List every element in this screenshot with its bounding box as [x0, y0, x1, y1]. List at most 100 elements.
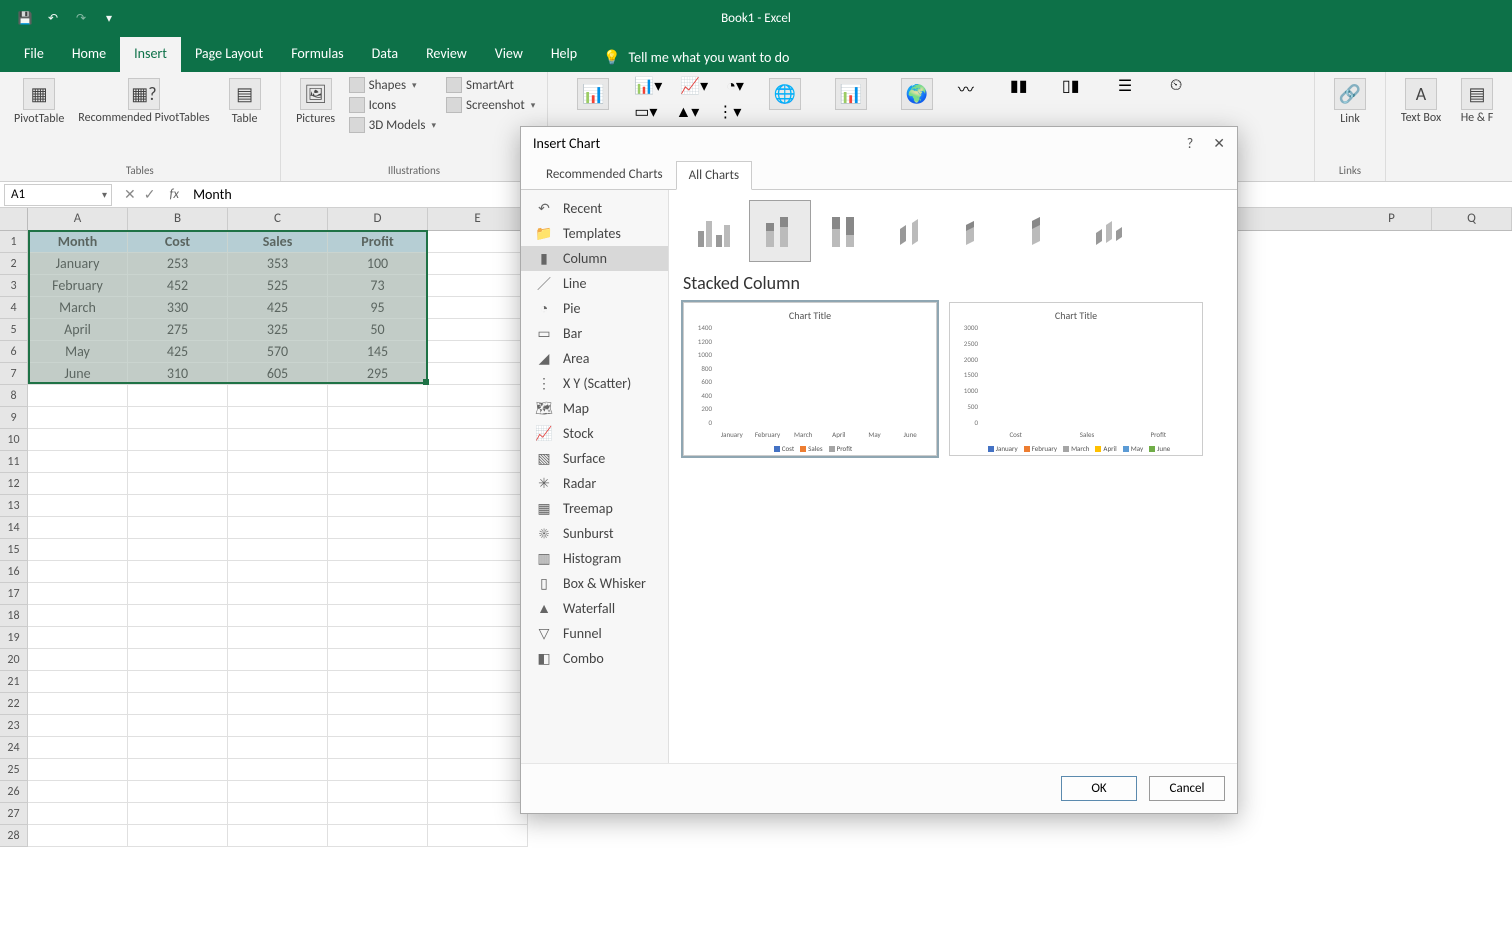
row-header[interactable]: 8 — [0, 385, 28, 407]
cell[interactable]: June — [28, 363, 128, 385]
cell[interactable] — [128, 803, 228, 825]
textbox-button[interactable]: AText Box — [1396, 76, 1446, 127]
pie-chart-icon[interactable]: ◔▾ — [726, 76, 744, 96]
row-header[interactable]: 4 — [0, 297, 28, 319]
cell[interactable]: 100 — [328, 253, 428, 275]
sparkline-col-icon[interactable]: ▮▮ — [1010, 76, 1050, 104]
cell[interactable]: 310 — [128, 363, 228, 385]
maps-button[interactable]: 🌐 — [760, 76, 810, 112]
row-header[interactable]: 3 — [0, 275, 28, 297]
cell[interactable] — [328, 407, 428, 429]
cell[interactable] — [28, 627, 128, 649]
cell[interactable]: Profit — [328, 231, 428, 253]
shapes-button[interactable]: Shapes▾ — [347, 76, 438, 94]
row-header[interactable]: 23 — [0, 715, 28, 737]
cell[interactable] — [428, 517, 528, 539]
subtype-3d-clustered[interactable] — [881, 200, 943, 262]
tab-insert[interactable]: Insert — [120, 37, 181, 72]
cell[interactable] — [428, 627, 528, 649]
cell[interactable] — [328, 605, 428, 627]
row-header[interactable]: 13 — [0, 495, 28, 517]
help-icon[interactable]: ? — [1187, 135, 1194, 152]
cell[interactable] — [128, 385, 228, 407]
rec-pivot-button[interactable]: ▦?Recommended PivotTables — [74, 76, 213, 127]
chart-type-recent[interactable]: ↶Recent — [521, 196, 668, 221]
cell[interactable] — [328, 429, 428, 451]
cell[interactable]: 275 — [128, 319, 228, 341]
cell[interactable] — [28, 693, 128, 715]
col-header[interactable]: P — [1352, 208, 1432, 230]
cell[interactable] — [28, 495, 128, 517]
3dmodels-button[interactable]: 3D Models▾ — [347, 116, 438, 134]
row-header[interactable]: 11 — [0, 451, 28, 473]
chart-type-map[interactable]: 🗺Map — [521, 396, 668, 421]
chart-type-templates[interactable]: 📁Templates — [521, 221, 668, 246]
chart-type-bar[interactable]: ▭Bar — [521, 321, 668, 346]
cell[interactable] — [328, 803, 428, 825]
cell[interactable] — [28, 759, 128, 781]
cell[interactable] — [328, 781, 428, 803]
cell[interactable] — [328, 627, 428, 649]
chart-type-surface[interactable]: ▧Surface — [521, 446, 668, 471]
cell[interactable] — [428, 231, 528, 253]
cell[interactable] — [228, 693, 328, 715]
cell[interactable] — [428, 385, 528, 407]
cell[interactable] — [28, 517, 128, 539]
row-header[interactable]: 26 — [0, 781, 28, 803]
cell[interactable] — [28, 407, 128, 429]
row-header[interactable]: 18 — [0, 605, 28, 627]
cell[interactable]: 425 — [128, 341, 228, 363]
cell[interactable] — [428, 649, 528, 671]
cell[interactable] — [428, 825, 528, 847]
chart-type-column[interactable]: ▮Column — [521, 246, 668, 271]
tab-formulas[interactable]: Formulas — [277, 37, 357, 72]
tab-home[interactable]: Home — [58, 37, 120, 72]
cell[interactable]: 73 — [328, 275, 428, 297]
cell[interactable]: 353 — [228, 253, 328, 275]
cell[interactable] — [128, 539, 228, 561]
tab-view[interactable]: View — [481, 37, 537, 72]
cell[interactable] — [128, 451, 228, 473]
table-button[interactable]: ▤Table — [220, 76, 270, 128]
redo-icon[interactable]: ↷ — [72, 9, 90, 27]
chart-preview-2[interactable]: Chart Title 300025002000150010005000 Cos… — [949, 302, 1203, 456]
tab-file[interactable]: File — [10, 37, 58, 72]
cell[interactable] — [128, 737, 228, 759]
row-header[interactable]: 25 — [0, 759, 28, 781]
scatter-chart-icon[interactable]: ⋮▾ — [717, 102, 741, 122]
cell[interactable]: 605 — [228, 363, 328, 385]
chart-type-histogram[interactable]: ▥Histogram — [521, 546, 668, 571]
cell[interactable] — [328, 583, 428, 605]
chart-type-waterfall[interactable]: ▲Waterfall — [521, 596, 668, 621]
row-header[interactable]: 27 — [0, 803, 28, 825]
row-header[interactable]: 1 — [0, 231, 28, 253]
sparkline-line-icon[interactable]: 〰 — [958, 76, 998, 104]
icons-button[interactable]: Icons — [347, 96, 438, 114]
cell[interactable] — [228, 825, 328, 847]
cell[interactable] — [328, 385, 428, 407]
cell[interactable] — [228, 385, 328, 407]
chart-preview-1[interactable]: Chart Title 1400120010008006004002000 Ja… — [683, 302, 937, 456]
cell[interactable]: 253 — [128, 253, 228, 275]
cell[interactable] — [428, 737, 528, 759]
cell[interactable] — [128, 671, 228, 693]
rec-charts-button[interactable]: 📊 — [568, 76, 618, 112]
cell[interactable] — [28, 583, 128, 605]
cell[interactable] — [228, 517, 328, 539]
area-chart-icon[interactable]: ▲▾ — [675, 102, 699, 122]
cell[interactable] — [128, 649, 228, 671]
chevron-down-icon[interactable]: ▾ — [102, 188, 107, 201]
cell[interactable] — [28, 539, 128, 561]
screenshot-button[interactable]: Screenshot▾ — [444, 96, 537, 114]
cancel-edit-icon[interactable]: ✕ — [124, 186, 136, 203]
cell[interactable] — [428, 253, 528, 275]
cell[interactable] — [28, 385, 128, 407]
cell[interactable] — [428, 715, 528, 737]
cell[interactable]: 145 — [328, 341, 428, 363]
save-icon[interactable]: 💾 — [16, 9, 34, 27]
cell[interactable]: 325 — [228, 319, 328, 341]
cell[interactable] — [328, 539, 428, 561]
tab-all-charts[interactable]: All Charts — [676, 161, 752, 190]
cell[interactable] — [428, 429, 528, 451]
chart-type-funnel[interactable]: ▽Funnel — [521, 621, 668, 646]
